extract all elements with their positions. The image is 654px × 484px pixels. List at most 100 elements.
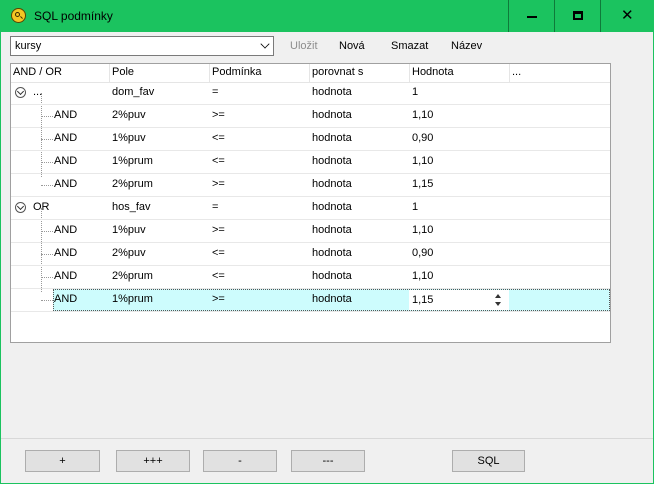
cell-value: 1 bbox=[412, 86, 419, 98]
cell-compare: hodnota bbox=[312, 224, 352, 236]
column-header-compare[interactable]: porovnat s bbox=[310, 64, 410, 82]
collapse-icon[interactable] bbox=[15, 202, 26, 213]
bottom-bar: + +++ - --- SQL bbox=[1, 438, 653, 484]
cell-op: AND bbox=[54, 270, 78, 282]
cell-condition: >= bbox=[212, 178, 225, 190]
cell-compare: hodnota bbox=[312, 109, 352, 121]
add-button[interactable]: + bbox=[25, 450, 100, 472]
remove-many-button[interactable]: --- bbox=[291, 450, 365, 472]
cell-op: AND bbox=[54, 132, 78, 144]
client-area: kursy Uložit Nová Smazat Název AND / OR … bbox=[1, 32, 653, 483]
remove-button[interactable]: - bbox=[203, 450, 277, 472]
table-row[interactable]: AND 2%prum <= hodnota 1,10 bbox=[11, 266, 610, 289]
cell-compare: hodnota bbox=[312, 132, 352, 144]
tree-branch bbox=[41, 277, 53, 278]
tree-branch bbox=[41, 231, 53, 232]
cell-op: ... bbox=[33, 86, 43, 98]
value-editor-text[interactable]: 1,15 bbox=[412, 290, 433, 312]
cell-field: 2%puv bbox=[112, 109, 146, 121]
cell-condition: >= bbox=[212, 293, 225, 305]
table-row[interactable]: AND 1%puv <= hodnota 0,90 bbox=[11, 128, 610, 151]
table-row[interactable]: AND 1%prum <= hodnota 1,10 bbox=[11, 151, 610, 174]
cell-condition: = bbox=[212, 201, 219, 213]
maximize-icon bbox=[573, 11, 583, 20]
cell-compare: hodnota bbox=[312, 155, 352, 167]
column-header-and-or[interactable]: AND / OR bbox=[11, 64, 110, 82]
spin-up-icon[interactable] bbox=[495, 294, 501, 298]
cell-field: 1%prum bbox=[112, 293, 153, 305]
table-select-value: kursy bbox=[15, 40, 42, 52]
cell-op: AND bbox=[54, 109, 78, 121]
name-button[interactable]: Název bbox=[451, 40, 482, 52]
cell-condition: <= bbox=[212, 132, 225, 144]
app-icon bbox=[11, 8, 26, 23]
table-select[interactable]: kursy bbox=[10, 36, 274, 56]
cell-op: AND bbox=[54, 224, 78, 236]
title-bar[interactable]: SQL podmínky ✕ bbox=[0, 0, 654, 32]
cell-compare: hodnota bbox=[312, 270, 352, 282]
cell-value: 0,90 bbox=[412, 132, 434, 144]
sql-button[interactable]: SQL bbox=[452, 450, 525, 472]
tree-branch bbox=[41, 300, 53, 301]
collapse-icon[interactable] bbox=[15, 87, 26, 98]
minimize-button[interactable] bbox=[508, 0, 554, 32]
cell-compare: hodnota bbox=[312, 86, 352, 98]
cell-field: 2%prum bbox=[112, 178, 153, 190]
cell-condition: <= bbox=[212, 155, 225, 167]
column-header-field[interactable]: Pole bbox=[110, 64, 210, 82]
cell-value: 1,15 bbox=[412, 178, 434, 190]
cell-op: AND bbox=[54, 293, 78, 305]
tree-branch bbox=[41, 139, 53, 140]
add-many-button[interactable]: +++ bbox=[116, 450, 190, 472]
cell-field: 2%prum bbox=[112, 270, 153, 282]
cell-compare: hodnota bbox=[312, 293, 352, 305]
cell-op: OR bbox=[33, 201, 50, 213]
cell-compare: hodnota bbox=[312, 201, 352, 213]
cell-field: 1%prum bbox=[112, 155, 153, 167]
cell-field: 1%puv bbox=[112, 132, 146, 144]
cell-condition: >= bbox=[212, 109, 225, 121]
cell-value: 1,10 bbox=[412, 224, 434, 236]
minimize-icon bbox=[527, 16, 537, 18]
cell-value: 1,10 bbox=[412, 109, 434, 121]
column-header-condition[interactable]: Podmínka bbox=[210, 64, 310, 82]
cell-condition: = bbox=[212, 86, 219, 98]
value-editor[interactable]: 1,15 bbox=[409, 290, 509, 310]
cell-compare: hodnota bbox=[312, 178, 352, 190]
column-header-value[interactable]: Hodnota bbox=[410, 64, 510, 82]
cell-field: 1%puv bbox=[112, 224, 146, 236]
column-header-more[interactable]: ... bbox=[510, 64, 610, 82]
cell-value: 0,90 bbox=[412, 247, 434, 259]
table-row[interactable]: ... dom_fav = hodnota 1 bbox=[11, 82, 610, 105]
close-icon: ✕ bbox=[621, 7, 634, 24]
grid-header: AND / OR Pole Podmínka porovnat s Hodnot… bbox=[11, 64, 610, 83]
maximize-button[interactable] bbox=[554, 0, 600, 32]
new-button[interactable]: Nová bbox=[339, 40, 365, 52]
tree-branch bbox=[41, 162, 53, 163]
spin-down-icon[interactable] bbox=[495, 302, 501, 306]
table-row-selected[interactable]: AND 1%prum >= hodnota 1,15 bbox=[11, 289, 610, 312]
table-row[interactable]: AND 2%puv >= hodnota 1,10 bbox=[11, 105, 610, 128]
delete-button[interactable]: Smazat bbox=[391, 40, 428, 52]
table-row[interactable]: AND 1%puv >= hodnota 1,10 bbox=[11, 220, 610, 243]
chevron-down-icon[interactable] bbox=[260, 39, 270, 49]
cell-condition: <= bbox=[212, 247, 225, 259]
cell-field: 2%puv bbox=[112, 247, 146, 259]
cell-op: AND bbox=[54, 178, 78, 190]
cell-field: dom_fav bbox=[112, 86, 155, 98]
window-title: SQL podmínky bbox=[34, 9, 113, 23]
window: SQL podmínky ✕ kursy Uložit Nová Smazat … bbox=[0, 0, 654, 484]
cell-value: 1 bbox=[412, 201, 419, 213]
cell-value: 1,10 bbox=[412, 155, 434, 167]
tree-branch bbox=[41, 185, 53, 186]
conditions-grid[interactable]: AND / OR Pole Podmínka porovnat s Hodnot… bbox=[10, 63, 611, 343]
cell-condition: >= bbox=[212, 224, 225, 236]
table-row[interactable]: OR hos_fav = hodnota 1 bbox=[11, 197, 610, 220]
toolbar: kursy Uložit Nová Smazat Název bbox=[1, 32, 653, 61]
cell-field: hos_fav bbox=[112, 201, 151, 213]
table-row[interactable]: AND 2%prum >= hodnota 1,15 bbox=[11, 174, 610, 197]
save-button[interactable]: Uložit bbox=[290, 40, 318, 52]
table-row[interactable]: AND 2%puv <= hodnota 0,90 bbox=[11, 243, 610, 266]
cell-op: AND bbox=[54, 155, 78, 167]
close-button[interactable]: ✕ bbox=[600, 0, 654, 32]
